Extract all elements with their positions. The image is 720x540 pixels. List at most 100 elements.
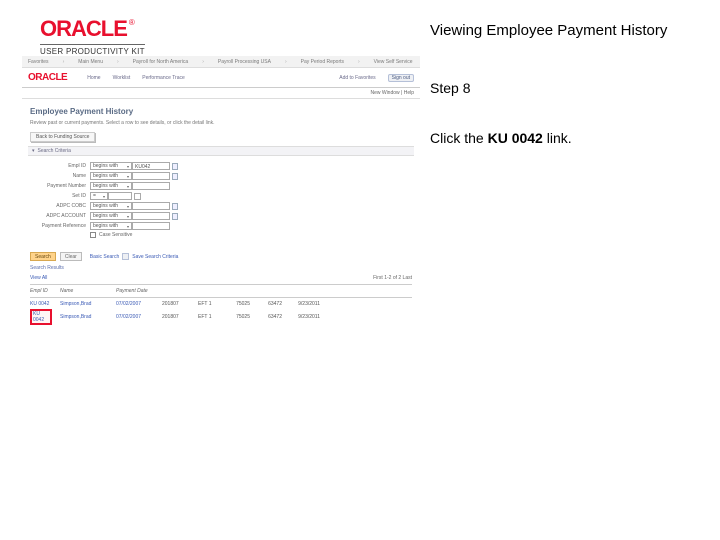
op-select[interactable]: begins with▾ — [90, 162, 132, 170]
breadcrumb-sep: › — [117, 59, 119, 65]
col-date: Payment Date — [116, 288, 154, 294]
oracle-small-logo: ORACLE — [28, 72, 67, 83]
case-sensitive-label: Case Sensitive — [99, 232, 132, 238]
nav-perf[interactable]: Performance Trace — [142, 75, 185, 81]
name-link[interactable]: Simpson,Brad — [60, 301, 108, 307]
back-button[interactable]: Back to Funding Source — [30, 132, 95, 142]
breadcrumb-sep: › — [358, 59, 360, 65]
results-header: Search Results — [22, 263, 420, 273]
breadcrumb-item[interactable]: Favorites — [28, 59, 49, 65]
results-pager[interactable]: First 1-2 of 2 Last — [373, 275, 412, 281]
chevron-down-icon: ▾ — [127, 214, 129, 219]
adpc-cobc-input[interactable] — [132, 202, 170, 210]
breadcrumb-sep: › — [285, 59, 287, 65]
col-empl: Empl ID — [30, 288, 52, 294]
header-left: ORACLE® USER PRODUCTIVITY KIT — [0, 0, 420, 56]
instruction-text: Click the KU 0042 link. — [430, 126, 710, 151]
empl-id-input[interactable]: KU042 — [132, 162, 170, 170]
field-label: Empl ID — [30, 163, 90, 169]
breadcrumb-sep: › — [63, 59, 65, 65]
breadcrumb-item[interactable]: Pay Period Reports — [301, 59, 344, 65]
sign-out-button[interactable]: Sign out — [388, 74, 414, 82]
breadcrumb-item[interactable]: View Self Service — [374, 59, 413, 65]
search-form: Empl ID begins with▾ KU042 Name begins w… — [22, 156, 420, 246]
app-header: ORACLE Home Worklist Performance Trace A… — [22, 68, 420, 88]
lookup-icon[interactable] — [172, 173, 178, 180]
form-row: Name begins with▾ — [30, 172, 412, 180]
clear-button[interactable]: Clear — [60, 252, 82, 261]
lookup-icon[interactable] — [172, 163, 178, 170]
basic-search-link[interactable]: Basic Search — [90, 254, 119, 260]
breadcrumb-item[interactable]: Payroll for North America — [133, 59, 189, 65]
breadcrumb-sep: › — [202, 59, 204, 65]
filter-bar: Search Clear Basic Search Save Search Cr… — [22, 246, 420, 263]
nav-worklist[interactable]: Worklist — [113, 75, 131, 81]
case-sensitive-checkbox[interactable] — [90, 232, 96, 238]
col-name: Name — [60, 288, 108, 294]
view-all-link[interactable]: View All — [30, 275, 47, 281]
form-row: Payment Reference begins with▾ — [30, 222, 412, 230]
breadcrumb-item[interactable]: Payroll Processing USA — [218, 59, 271, 65]
field-label: ADPC ACCOUNT — [30, 213, 90, 219]
chevron-down-icon: ▾ — [127, 164, 129, 169]
search-button[interactable]: Search — [30, 252, 56, 261]
chevron-down-icon: ▾ — [103, 194, 105, 199]
chevron-down-icon: ▾ — [127, 224, 129, 229]
op-select[interactable]: begins with▾ — [90, 172, 132, 180]
ku0042-link[interactable]: KU 0042 — [30, 309, 52, 325]
lookup-icon[interactable] — [172, 203, 178, 210]
op-select[interactable]: begins with▾ — [90, 182, 132, 190]
breadcrumb: Favorites › Main Menu › Payroll for Nort… — [22, 56, 420, 68]
page-intro: Review past or current payments. Select … — [22, 120, 420, 132]
oracle-product-label: USER PRODUCTIVITY KIT — [40, 44, 145, 56]
field-label: Payment Number — [30, 183, 90, 189]
form-row: Empl ID begins with▾ KU042 — [30, 162, 412, 170]
form-row: ADPC COBC begins with▾ — [30, 202, 412, 210]
op-select[interactable]: begins with▾ — [90, 212, 132, 220]
field-label: ADPC COBC — [30, 203, 90, 209]
lookup-icon[interactable] — [172, 213, 178, 220]
empl-id-link[interactable]: KU 0042 — [30, 301, 52, 307]
op-select[interactable]: begins with▾ — [90, 222, 132, 230]
results-table: View All First 1-2 of 2 Last Empl ID Nam… — [30, 275, 412, 326]
screenshot-panel: Favorites › Main Menu › Payroll for Nort… — [0, 56, 420, 540]
chevron-down-icon: ▾ — [127, 204, 129, 209]
tool-icon[interactable] — [122, 253, 129, 260]
table-row: KU 0042 Simpson,Brad 07/02/2007 201807 E… — [30, 308, 412, 326]
nav-home[interactable]: Home — [87, 75, 100, 81]
breadcrumb-item[interactable]: Main Menu — [78, 59, 103, 65]
adpc-account-input[interactable] — [132, 212, 170, 220]
field-label: Set ID — [30, 193, 90, 199]
field-label: Payment Reference — [30, 223, 90, 229]
save-search-link[interactable]: Save Search Criteria — [132, 254, 178, 260]
name-link[interactable]: Simpson,Brad — [60, 314, 108, 320]
oracle-logo: ORACLE® USER PRODUCTIVITY KIT — [40, 18, 420, 56]
oracle-word: ORACLE — [40, 16, 127, 41]
triangle-down-icon: ▾ — [32, 148, 35, 154]
table-header-row: Empl ID Name Payment Date — [30, 287, 412, 295]
instruction-link-text: KU 0042 — [488, 130, 543, 146]
step-label: Step 8 — [430, 76, 710, 101]
payment-ref-input[interactable] — [132, 222, 170, 230]
instruction-panel: Step 8 Click the KU 0042 link. — [420, 56, 720, 540]
page-heading: Employee Payment History — [22, 99, 420, 120]
window-tools[interactable]: New Window | Help — [22, 88, 420, 99]
op-select[interactable]: =▾ — [90, 192, 108, 200]
setid-input[interactable] — [108, 192, 132, 200]
form-row: Payment Number begins with▾ — [30, 182, 412, 190]
chevron-down-icon: ▾ — [127, 184, 129, 189]
chevron-down-icon: ▾ — [127, 174, 129, 179]
search-criteria-bar[interactable]: ▾Search Criteria — [28, 146, 414, 156]
form-row: Case Sensitive — [30, 232, 412, 238]
op-select[interactable]: begins with▾ — [90, 202, 132, 210]
field-label: Name — [30, 173, 90, 179]
payment-number-input[interactable] — [132, 182, 170, 190]
oracle-tm-icon: ® — [129, 18, 135, 27]
form-row: ADPC ACCOUNT begins with▾ — [30, 212, 412, 220]
name-input[interactable] — [132, 172, 170, 180]
page-title: Viewing Employee Payment History — [420, 0, 720, 56]
add-favorites-link[interactable]: Add to Favorites — [339, 75, 375, 81]
calendar-icon[interactable] — [134, 193, 141, 200]
form-row: Set ID =▾ — [30, 192, 412, 200]
app-window: Favorites › Main Menu › Payroll for Nort… — [22, 56, 420, 326]
